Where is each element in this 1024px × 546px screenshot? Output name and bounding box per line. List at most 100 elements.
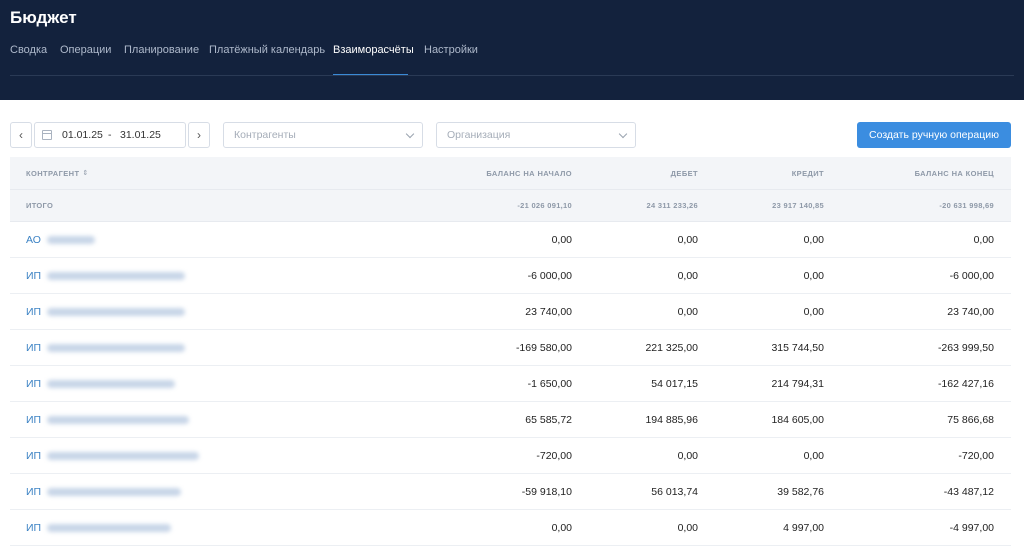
tab-payment-calendar[interactable]: Платёжный календарь <box>209 44 325 56</box>
redacted-name <box>47 343 186 352</box>
date-range-picker[interactable]: 01.01.25 - 31.01.25 <box>34 122 186 148</box>
create-manual-operation-button[interactable]: Создать ручную операцию <box>857 122 1011 148</box>
end-balance: 75 866,68 <box>947 413 994 426</box>
counterparty-type[interactable]: ИП <box>26 486 41 498</box>
table-row: ИП -6 000,00 0,00 0,00 -6 000,00 <box>10 258 1011 294</box>
end-balance: -4 997,00 <box>949 521 994 534</box>
start-balance: 23 740,00 <box>525 305 572 318</box>
end-balance: -43 487,12 <box>943 485 994 498</box>
date-to[interactable]: 31.01.25 <box>120 129 161 141</box>
chevron-down-icon <box>405 129 415 139</box>
counterparty-type[interactable]: ИП <box>26 306 41 318</box>
counterparty-link[interactable]: ИП <box>26 294 186 329</box>
counterparty-type[interactable]: ИП <box>26 270 41 282</box>
counterparty-link[interactable]: ИП <box>26 510 172 545</box>
credit: 0,00 <box>803 449 824 462</box>
organization-select[interactable]: Организация <box>436 122 636 148</box>
counterparties-placeholder: Контрагенты <box>234 129 296 141</box>
total-start-balance: -21 026 091,10 <box>517 201 572 210</box>
counterparty-link[interactable]: ИП <box>26 258 186 293</box>
redacted-name <box>47 451 200 460</box>
column-header-counterparty[interactable]: КОНТРАГЕНТ ⇕ <box>26 157 88 189</box>
tab-settings[interactable]: Настройки <box>424 44 478 56</box>
credit: 4 997,00 <box>783 521 824 534</box>
start-balance: -6 000,00 <box>527 269 572 282</box>
date-separator: - <box>108 129 112 141</box>
counterparty-link[interactable]: ИП <box>26 474 182 509</box>
date-from[interactable]: 01.01.25 <box>62 129 103 141</box>
counterparty-link[interactable]: АО <box>26 222 95 257</box>
credit: 315 744,50 <box>771 341 824 354</box>
tab-planning[interactable]: Планирование <box>124 44 199 56</box>
counterparty-link[interactable]: ИП <box>26 366 176 401</box>
debit: 54 017,15 <box>651 377 698 390</box>
counterparty-type[interactable]: ИП <box>26 522 41 534</box>
calendar-icon <box>42 130 52 140</box>
end-balance: -6 000,00 <box>949 269 994 282</box>
tab-summary[interactable]: Сводка <box>10 44 47 56</box>
column-header-label: ДЕБЕТ <box>670 168 698 178</box>
start-balance: -1 650,00 <box>527 377 572 390</box>
debit: 0,00 <box>677 269 698 282</box>
sort-icon[interactable]: ⇕ <box>82 169 88 177</box>
debit: 56 013,74 <box>651 485 698 498</box>
debit: 0,00 <box>677 449 698 462</box>
table-row: ИП -720,00 0,00 0,00 -720,00 <box>10 438 1011 474</box>
counterparty-link[interactable]: ИП <box>26 438 200 473</box>
table-row: ИП 0,00 0,00 4 997,00 -4 997,00 <box>10 510 1011 546</box>
counterparty-link[interactable]: ИП <box>26 330 186 365</box>
counterparty-type[interactable]: АО <box>26 234 41 246</box>
redacted-name <box>47 523 172 532</box>
tab-operations[interactable]: Операции <box>60 44 111 56</box>
table-row: ИП -169 580,00 221 325,00 315 744,50 -26… <box>10 330 1011 366</box>
table-row: ИП -59 918,10 56 013,74 39 582,76 -43 48… <box>10 474 1011 510</box>
total-label: ИТОГО <box>26 201 54 210</box>
debit: 194 885,96 <box>645 413 698 426</box>
end-balance: -263 999,50 <box>937 341 994 354</box>
end-balance: -162 427,16 <box>937 377 994 390</box>
end-balance: 23 740,00 <box>947 305 994 318</box>
end-balance: 0,00 <box>973 233 994 246</box>
table-row: ИП -1 650,00 54 017,15 214 794,31 -162 4… <box>10 366 1011 402</box>
counterparties-select[interactable]: Контрагенты <box>223 122 423 148</box>
debit: 221 325,00 <box>645 341 698 354</box>
chevron-left-icon: ‹ <box>19 128 23 142</box>
start-balance: 0,00 <box>551 521 572 534</box>
counterparty-link[interactable]: ИП <box>26 402 190 437</box>
column-header-end-balance: БАЛАНС НА КОНЕЦ <box>915 157 994 189</box>
debit: 0,00 <box>677 233 698 246</box>
start-balance: -720,00 <box>536 449 572 462</box>
header-divider <box>10 75 1014 76</box>
credit: 39 582,76 <box>777 485 824 498</box>
end-balance: -720,00 <box>958 449 994 462</box>
counterparty-type[interactable]: ИП <box>26 342 41 354</box>
tab-settlements[interactable]: Взаиморасчёты <box>333 44 414 56</box>
next-period-button[interactable]: › <box>188 122 210 148</box>
table-header: КОНТРАГЕНТ ⇕ БАЛАНС НА НАЧАЛО ДЕБЕТ КРЕД… <box>10 157 1011 190</box>
column-header-label: БАЛАНС НА НАЧАЛО <box>486 168 572 178</box>
total-end-balance: -20 631 998,69 <box>939 201 994 210</box>
credit: 0,00 <box>803 305 824 318</box>
start-balance: -59 918,10 <box>521 485 572 498</box>
counterparty-type[interactable]: ИП <box>26 378 41 390</box>
table-row: ИП 23 740,00 0,00 0,00 23 740,00 <box>10 294 1011 330</box>
page-title: Бюджет <box>10 8 77 27</box>
counterparty-type[interactable]: ИП <box>26 414 41 426</box>
redacted-name <box>47 307 186 316</box>
credit: 184 605,00 <box>771 413 824 426</box>
table-row: АО 0,00 0,00 0,00 0,00 <box>10 222 1011 258</box>
app-header: Бюджет Сводка Операции Планирование Плат… <box>0 0 1024 100</box>
debit: 0,00 <box>677 305 698 318</box>
total-credit: 23 917 140,85 <box>772 201 824 210</box>
total-debit: 24 311 233,26 <box>646 201 698 210</box>
prev-period-button[interactable]: ‹ <box>10 122 32 148</box>
counterparty-type[interactable]: ИП <box>26 450 41 462</box>
column-header-label: КОНТРАГЕНТ <box>26 168 80 178</box>
start-balance: 65 585,72 <box>525 413 572 426</box>
redacted-name <box>47 271 186 280</box>
credit: 0,00 <box>803 233 824 246</box>
total-row: ИТОГО -21 026 091,10 24 311 233,26 23 91… <box>10 190 1011 222</box>
column-header-start-balance: БАЛАНС НА НАЧАЛО <box>486 157 572 189</box>
column-header-debit: ДЕБЕТ <box>671 157 698 189</box>
debit: 0,00 <box>677 521 698 534</box>
